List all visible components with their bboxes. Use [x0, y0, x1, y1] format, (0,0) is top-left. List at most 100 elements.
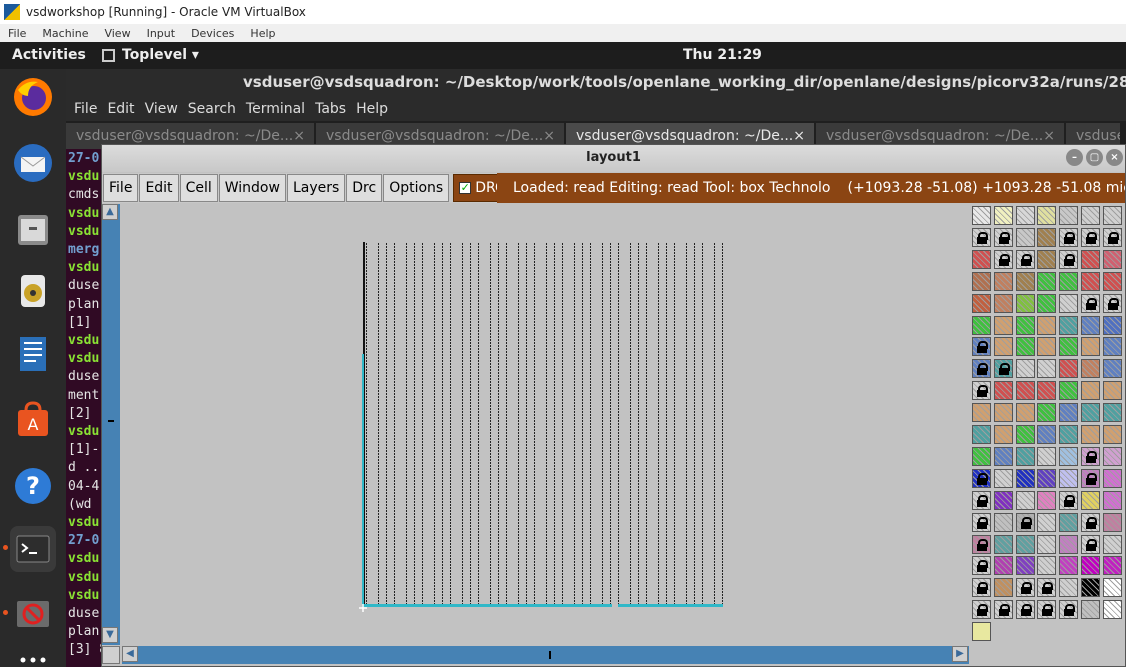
clock[interactable]: Thu 21:29 [683, 47, 762, 63]
layer-swatch[interactable] [1059, 512, 1079, 532]
zoom-box-icon[interactable] [102, 646, 120, 664]
layer-swatch[interactable] [1081, 578, 1100, 598]
layer-swatch[interactable] [972, 227, 991, 247]
layer-swatch[interactable] [993, 359, 1013, 379]
layer-swatch[interactable] [1015, 337, 1035, 357]
close-icon[interactable]: × [543, 128, 555, 144]
magic-menu-layers[interactable]: Layers [286, 174, 346, 202]
layer-swatch[interactable] [1102, 446, 1122, 466]
scroll-thumb[interactable] [108, 420, 114, 422]
layer-swatch[interactable] [1081, 512, 1100, 532]
layer-swatch[interactable] [1059, 403, 1079, 423]
minimize-button[interactable]: – [1066, 149, 1083, 166]
layer-swatch[interactable] [993, 512, 1013, 532]
maximize-button[interactable]: ▢ [1086, 149, 1103, 166]
layer-swatch[interactable] [1015, 227, 1035, 247]
vertical-scrollbar[interactable]: ▲ ▼ [102, 204, 120, 645]
layer-swatch[interactable] [1015, 425, 1035, 444]
layer-swatch[interactable] [1037, 337, 1057, 357]
layer-swatch[interactable] [1081, 293, 1100, 313]
terminal-menu-edit[interactable]: Edit [107, 101, 134, 117]
layer-swatch[interactable] [1059, 249, 1079, 269]
magic-menu-file[interactable]: File [103, 174, 139, 202]
layer-swatch[interactable] [1059, 206, 1079, 225]
layer-swatch[interactable] [1015, 293, 1035, 313]
help-icon[interactable]: ? [10, 463, 56, 509]
layer-swatch[interactable] [993, 468, 1013, 488]
layer-swatch[interactable] [1081, 446, 1100, 466]
layer-swatch[interactable] [1015, 271, 1035, 291]
layer-swatch[interactable] [972, 556, 991, 576]
layer-swatch[interactable] [972, 468, 991, 488]
layer-swatch[interactable] [1081, 468, 1100, 488]
layer-swatch[interactable] [1059, 600, 1079, 620]
activities-button[interactable]: Activities [12, 47, 86, 63]
layer-swatch[interactable] [993, 403, 1013, 423]
layer-swatch[interactable] [1015, 578, 1035, 598]
app-menu-button[interactable]: Toplevel ▾ [102, 47, 199, 63]
layer-swatch[interactable] [1059, 556, 1079, 576]
layer-swatch[interactable] [1102, 600, 1122, 620]
layer-swatch[interactable] [1037, 403, 1057, 423]
layer-swatch[interactable] [993, 490, 1013, 510]
layer-swatch[interactable] [1102, 337, 1122, 357]
terminal-menu-search[interactable]: Search [188, 101, 236, 117]
layer-swatch[interactable] [972, 512, 991, 532]
layer-swatch[interactable] [1037, 249, 1057, 269]
layer-swatch[interactable] [1037, 490, 1057, 510]
layer-swatch[interactable] [1015, 446, 1035, 466]
layer-swatch[interactable] [1102, 381, 1122, 401]
layer-swatch[interactable] [1015, 359, 1035, 379]
layer-swatch[interactable] [993, 249, 1013, 269]
terminal-menu-file[interactable]: File [74, 101, 97, 117]
layer-swatch[interactable] [1102, 271, 1122, 291]
layer-swatch[interactable] [1059, 578, 1079, 598]
close-icon[interactable]: × [793, 128, 805, 144]
layer-swatch[interactable] [1059, 227, 1079, 247]
layer-swatch[interactable] [972, 534, 991, 554]
layer-swatch[interactable] [993, 534, 1013, 554]
scroll-left-arrow-icon[interactable]: ◀ [122, 646, 138, 662]
layer-swatch[interactable] [1059, 425, 1079, 444]
close-icon[interactable]: × [293, 128, 305, 144]
layer-swatch[interactable] [1081, 315, 1100, 335]
writer-icon[interactable] [10, 331, 56, 377]
layer-swatch[interactable] [993, 315, 1013, 335]
layer-swatch[interactable] [1102, 359, 1122, 379]
vbox-menu-devices[interactable]: Devices [191, 27, 234, 40]
vbox-menu-help[interactable]: Help [250, 27, 275, 40]
layer-swatch[interactable] [1081, 227, 1100, 247]
layer-swatch[interactable] [1059, 337, 1079, 357]
layer-swatch[interactable] [1037, 293, 1057, 313]
layer-swatch[interactable] [1102, 578, 1122, 598]
drc-checkbox[interactable]: ✓ [459, 182, 472, 194]
layer-swatch[interactable] [1059, 359, 1079, 379]
terminal-menu-help[interactable]: Help [356, 101, 388, 117]
magic-menu-drc[interactable]: Drc [346, 174, 383, 202]
layer-swatch[interactable] [1059, 381, 1079, 401]
layer-swatch[interactable] [972, 446, 991, 466]
thunderbird-icon[interactable] [10, 140, 56, 186]
layer-swatch[interactable] [1037, 359, 1057, 379]
layer-swatch[interactable] [1015, 512, 1035, 532]
layer-swatch[interactable] [993, 425, 1013, 444]
layer-swatch[interactable] [972, 622, 991, 642]
close-icon[interactable]: × [1043, 128, 1055, 144]
magic-menu-edit[interactable]: Edit [139, 174, 179, 202]
layer-swatch[interactable] [1059, 315, 1079, 335]
layer-swatch[interactable] [972, 425, 991, 444]
layer-swatch[interactable] [1102, 468, 1122, 488]
files-icon[interactable] [10, 206, 56, 252]
layer-swatch[interactable] [1037, 425, 1057, 444]
layer-swatch[interactable] [1037, 468, 1057, 488]
layer-swatch[interactable] [993, 293, 1013, 313]
layer-swatch[interactable] [1102, 556, 1122, 576]
software-center-icon[interactable]: A [10, 397, 56, 443]
layer-swatch[interactable] [1037, 512, 1057, 532]
vbox-menu-machine[interactable]: Machine [42, 27, 88, 40]
layer-swatch[interactable] [972, 359, 991, 379]
layer-swatch[interactable] [1015, 381, 1035, 401]
layer-swatch[interactable] [972, 578, 991, 598]
layer-swatch[interactable] [1015, 490, 1035, 510]
vbox-menu-view[interactable]: View [104, 27, 130, 40]
